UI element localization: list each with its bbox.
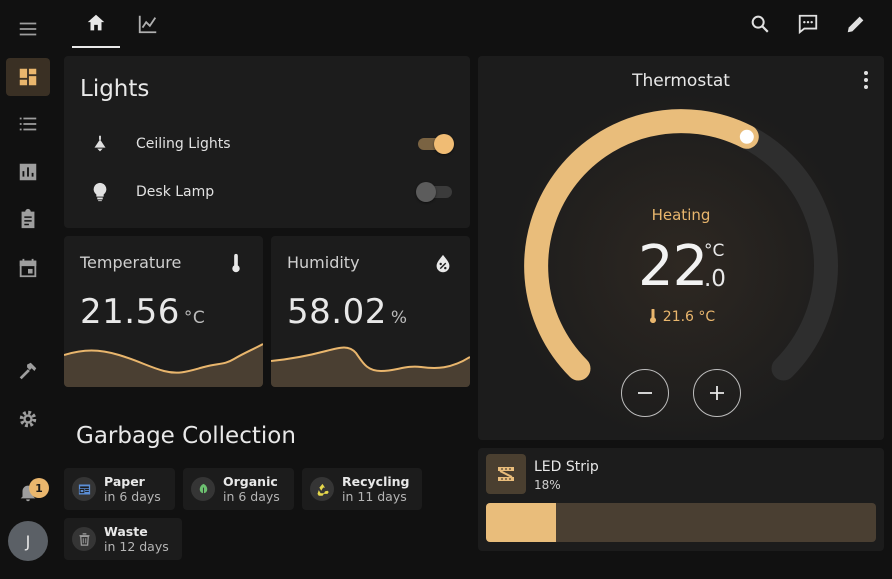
assist-icon <box>798 14 818 35</box>
thermostat-card: Thermostat Heating 22 °C .0 21.6 °C <box>478 56 884 440</box>
sidebar-item-list[interactable] <box>6 105 50 143</box>
led-strip-icon[interactable] <box>486 454 526 494</box>
increase-temperature-button[interactable] <box>693 369 741 417</box>
chart-icon <box>19 163 37 181</box>
water-percent-icon <box>436 254 450 273</box>
garbage-chip-organic[interactable]: Organic in 6 days <box>183 468 294 510</box>
leaf-icon <box>191 477 215 501</box>
tab-energy[interactable] <box>124 0 172 48</box>
sidebar-item-calendar[interactable] <box>6 249 50 287</box>
chart-line-icon <box>138 15 157 34</box>
desk-lamp-toggle[interactable] <box>416 182 454 202</box>
light-row-ceiling[interactable]: Ceiling Lights <box>80 124 454 164</box>
garbage-chip-recycling[interactable]: Recycling in 11 days <box>302 468 422 510</box>
garbage-name: Paper <box>104 474 145 489</box>
target-temperature-whole: 22 <box>638 234 708 299</box>
hammer-icon <box>19 362 37 380</box>
avatar[interactable]: J <box>8 521 48 561</box>
ceiling-lights-toggle[interactable] <box>416 134 454 154</box>
light-label: Desk Lamp <box>136 184 215 200</box>
dashboard-icon <box>19 68 37 86</box>
ceiling-light-icon <box>80 133 120 155</box>
light-label: Ceiling Lights <box>136 136 231 152</box>
sidebar-item-overview[interactable] <box>6 58 50 96</box>
top-bar <box>56 0 892 48</box>
target-temperature-unit: °C <box>704 241 725 261</box>
list-icon <box>19 117 37 131</box>
recycle-icon <box>310 477 334 501</box>
menu-button[interactable] <box>6 10 50 48</box>
temperature-sensor-card[interactable]: Temperature 21.56 °C <box>64 236 263 387</box>
humidity-sensor-card[interactable]: Humidity 58.02% <box>271 236 470 387</box>
garbage-name: Waste <box>104 524 148 539</box>
calendar-icon <box>19 258 37 278</box>
target-temperature-decimal: .0 <box>704 266 726 292</box>
sidebar: 1 J <box>0 0 56 579</box>
bulb-icon <box>80 181 120 203</box>
garbage-chip-waste[interactable]: Waste in 12 days <box>64 518 182 560</box>
led-strip-card: LED Strip 18% <box>478 448 884 551</box>
sidebar-item-settings[interactable] <box>6 400 50 438</box>
led-strip-state: 18% <box>534 478 561 492</box>
pencil-icon <box>847 16 864 33</box>
notification-badge: 1 <box>29 478 49 498</box>
gear-icon <box>19 410 37 428</box>
decrease-temperature-button[interactable] <box>621 369 669 417</box>
garbage-name: Recycling <box>342 474 410 489</box>
sidebar-item-developer-tools[interactable] <box>6 352 50 390</box>
sensor-name: Temperature <box>80 253 182 272</box>
trash-icon <box>72 527 96 551</box>
temperature-sparkline <box>64 343 263 387</box>
light-row-desk-lamp[interactable]: Desk Lamp <box>80 172 454 212</box>
clipboard-icon <box>21 208 35 229</box>
thermometer-icon <box>649 308 656 324</box>
garbage-when: in 6 days <box>104 489 161 504</box>
garbage-when: in 6 days <box>223 489 280 504</box>
assist-button[interactable] <box>790 6 826 42</box>
thermostat-title: Thermostat <box>632 71 730 91</box>
more-vert-icon[interactable] <box>856 68 876 92</box>
sidebar-item-logbook[interactable] <box>6 200 50 238</box>
brightness-slider[interactable] <box>486 503 876 542</box>
newspaper-icon <box>72 477 96 501</box>
edit-dashboard-button[interactable] <box>838 6 874 42</box>
humidity-sparkline <box>271 346 470 387</box>
garbage-name: Organic <box>223 474 278 489</box>
garbage-collection-title: Garbage Collection <box>76 423 296 449</box>
lights-title: Lights <box>80 76 150 102</box>
menu-icon <box>19 22 37 36</box>
search-button[interactable] <box>742 6 778 42</box>
sensor-value: 21.56 °C <box>80 292 206 332</box>
plus-icon <box>710 386 724 400</box>
minus-icon <box>638 392 652 394</box>
home-icon <box>87 14 105 31</box>
thermometer-icon <box>232 253 240 273</box>
current-temperature: 21.6 °C <box>478 308 884 325</box>
tab-home[interactable] <box>72 0 120 48</box>
garbage-when: in 12 days <box>104 539 169 554</box>
led-strip-name: LED Strip <box>534 459 599 475</box>
sensor-name: Humidity <box>287 253 360 272</box>
sensor-value: 58.02% <box>287 292 408 332</box>
garbage-chip-paper[interactable]: Paper in 6 days <box>64 468 175 510</box>
hvac-action-label: Heating <box>651 206 711 224</box>
brightness-slider-fill <box>486 503 557 542</box>
lights-card: Lights Ceiling Lights Desk Lamp <box>64 56 470 228</box>
dial-handle <box>737 127 756 146</box>
garbage-when: in 11 days <box>342 489 407 504</box>
sidebar-item-history[interactable] <box>6 153 50 191</box>
search-icon <box>751 15 769 33</box>
